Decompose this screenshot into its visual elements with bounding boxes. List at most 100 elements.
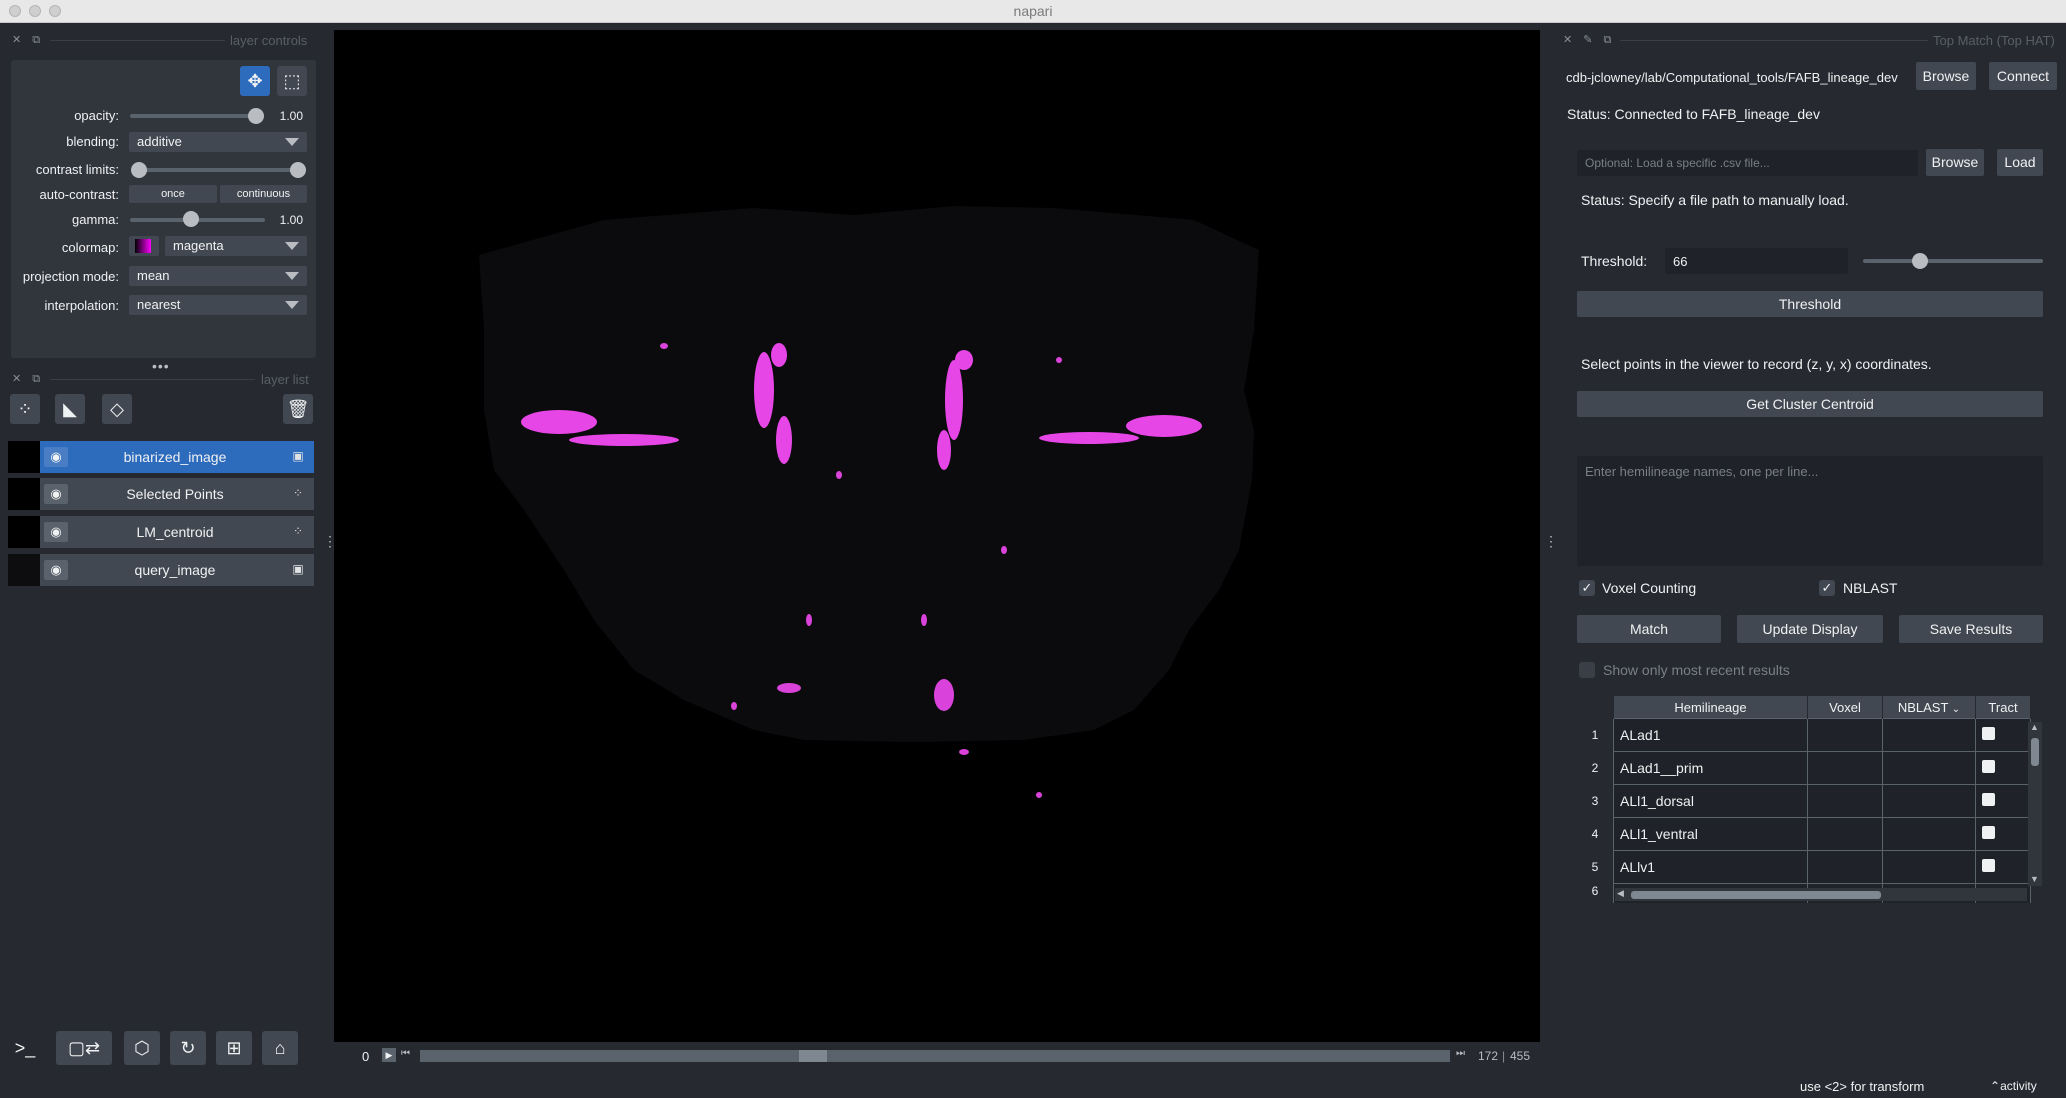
hemilineage-cell[interactable]: ALlv1 bbox=[1613, 850, 1808, 884]
projection-mode-select[interactable]: mean bbox=[129, 266, 307, 286]
colormap-select[interactable]: magenta bbox=[165, 236, 307, 256]
scroll-left-icon[interactable]: ◀ bbox=[1617, 888, 1624, 899]
layer-row[interactable]: ◉ query_image ▣ bbox=[8, 554, 314, 586]
update-display-button[interactable]: Update Display bbox=[1737, 615, 1883, 643]
threshold-field[interactable] bbox=[1665, 248, 1848, 274]
voxel-cell[interactable] bbox=[1807, 784, 1883, 818]
horizontal-scrollbar[interactable]: ◀ bbox=[1615, 888, 2027, 901]
browse-csv-button[interactable]: Browse bbox=[1926, 149, 1984, 176]
tract-cell[interactable] bbox=[1975, 784, 2031, 818]
right-splitter-handle[interactable]: ⋮ bbox=[1544, 534, 1558, 548]
table-row[interactable]: 3 ALl1_dorsal bbox=[1577, 784, 2031, 818]
table-row[interactable]: 2 ALad1__prim bbox=[1577, 751, 2031, 785]
dock-float-icons[interactable]: ✕ ⧉ bbox=[12, 33, 44, 47]
grid-view-icon[interactable]: ⊞ bbox=[216, 1031, 252, 1065]
auto-contrast-continuous-button[interactable]: continuous bbox=[220, 185, 307, 203]
new-shapes-layer-icon[interactable]: ◣ bbox=[55, 394, 85, 424]
contrast-limits-slider[interactable] bbox=[136, 168, 300, 172]
connect-button[interactable]: Connect bbox=[1989, 62, 2057, 90]
vertical-scroll-thumb[interactable] bbox=[2031, 738, 2039, 766]
tract-checkbox[interactable] bbox=[1982, 859, 1995, 872]
layer-row[interactable]: ◉ binarized_image ▣ bbox=[8, 441, 314, 473]
column-header-tract[interactable]: Tract bbox=[1975, 696, 2031, 719]
tract-cell[interactable] bbox=[1975, 751, 2031, 785]
browse-button[interactable]: Browse bbox=[1916, 62, 1976, 90]
hemilineage-names-input[interactable] bbox=[1577, 456, 2043, 566]
tract-checkbox[interactable] bbox=[1982, 826, 1995, 839]
tract-checkbox[interactable] bbox=[1982, 727, 1995, 740]
play-icon[interactable]: ▶ bbox=[382, 1048, 396, 1062]
nblast-cell[interactable] bbox=[1882, 751, 1976, 785]
step-forward-icon[interactable]: ⏭ bbox=[1456, 1048, 1465, 1059]
activity-toggle[interactable]: ⌃activity bbox=[1990, 1079, 2037, 1093]
splitter-handle-icon[interactable]: ••• bbox=[152, 358, 170, 374]
tract-checkbox[interactable] bbox=[1982, 760, 1995, 773]
scroll-up-icon[interactable]: ▲ bbox=[2030, 722, 2039, 732]
show-recent-checkbox[interactable] bbox=[1579, 662, 1595, 678]
home-icon[interactable]: ⌂ bbox=[262, 1031, 298, 1065]
console-icon[interactable]: >_ bbox=[7, 1031, 43, 1065]
layer-row[interactable]: ◉ Selected Points ⁘ bbox=[8, 478, 314, 510]
eye-icon[interactable]: ◉ bbox=[44, 484, 68, 504]
eye-icon[interactable]: ◉ bbox=[44, 560, 68, 580]
voxel-counting-checkbox[interactable]: ✓ bbox=[1579, 580, 1595, 596]
table-row[interactable]: 1 ALad1 bbox=[1577, 718, 2031, 752]
nblast-cell[interactable] bbox=[1882, 850, 1976, 884]
database-path-field[interactable] bbox=[1562, 64, 1906, 90]
contrast-min-handle[interactable] bbox=[131, 162, 147, 178]
tract-cell[interactable] bbox=[1975, 718, 2031, 752]
transpose-icon[interactable]: ↻ bbox=[170, 1031, 206, 1065]
trash-icon[interactable]: 🗑 bbox=[283, 394, 313, 424]
viewer-canvas[interactable] bbox=[334, 30, 1540, 1042]
ndisplay-toggle-icon[interactable]: ▢⇄ bbox=[56, 1031, 112, 1065]
scroll-down-icon[interactable]: ▼ bbox=[2030, 874, 2039, 884]
eye-icon[interactable]: ◉ bbox=[44, 522, 68, 542]
opacity-slider-handle[interactable] bbox=[248, 108, 264, 124]
nblast-checkbox[interactable]: ✓ bbox=[1819, 580, 1835, 596]
nblast-cell[interactable] bbox=[1882, 817, 1976, 851]
dock-float-icons[interactable]: ✕ ⧉ bbox=[12, 372, 44, 386]
threshold-slider[interactable] bbox=[1863, 259, 2043, 263]
new-labels-layer-icon[interactable]: ◇ bbox=[102, 394, 132, 424]
dims-slider-track[interactable] bbox=[420, 1050, 1450, 1062]
voxel-cell[interactable] bbox=[1807, 850, 1883, 884]
threshold-button[interactable]: Threshold bbox=[1577, 291, 2043, 317]
tract-cell[interactable] bbox=[1975, 817, 2031, 851]
voxel-cell[interactable] bbox=[1807, 817, 1883, 851]
opacity-slider[interactable] bbox=[130, 114, 258, 118]
auto-contrast-once-button[interactable]: once bbox=[129, 185, 217, 203]
contrast-max-handle[interactable] bbox=[290, 162, 306, 178]
hemilineage-cell[interactable]: ALl1_ventral bbox=[1613, 817, 1808, 851]
interpolation-select[interactable]: nearest bbox=[129, 295, 307, 315]
nblast-cell[interactable] bbox=[1882, 718, 1976, 752]
hemilineage-cell[interactable]: ALl1_dorsal bbox=[1613, 784, 1808, 818]
tract-checkbox[interactable] bbox=[1982, 793, 1995, 806]
new-points-layer-icon[interactable]: ⁘ bbox=[10, 394, 40, 424]
voxel-cell[interactable] bbox=[1807, 718, 1883, 752]
nblast-cell[interactable] bbox=[1882, 784, 1976, 818]
vertical-scrollbar[interactable]: ▲ ▼ bbox=[2028, 722, 2042, 886]
step-back-icon[interactable]: ⏮ bbox=[401, 1048, 410, 1059]
column-header-nblast[interactable]: NBLAST ⌄ bbox=[1882, 696, 1976, 719]
csv-path-field[interactable] bbox=[1577, 150, 1918, 176]
colormap-swatch-frame[interactable] bbox=[129, 236, 159, 256]
get-cluster-centroid-button[interactable]: Get Cluster Centroid bbox=[1577, 391, 2043, 417]
layer-row[interactable]: ◉ LM_centroid ⁘ bbox=[8, 516, 314, 548]
threshold-slider-handle[interactable] bbox=[1912, 253, 1929, 269]
horizontal-scroll-thumb[interactable] bbox=[1631, 891, 1881, 899]
column-header-hemilineage[interactable]: Hemilineage bbox=[1613, 696, 1808, 719]
match-button[interactable]: Match bbox=[1577, 615, 1721, 643]
hemilineage-cell[interactable]: ALad1__prim bbox=[1613, 751, 1808, 785]
hemilineage-cell[interactable]: ALad1 bbox=[1613, 718, 1808, 752]
table-row[interactable]: 4 ALl1_ventral bbox=[1577, 817, 2031, 851]
save-results-button[interactable]: Save Results bbox=[1899, 615, 2043, 643]
blending-select[interactable]: additive bbox=[129, 132, 307, 152]
transform-icon[interactable]: ⬚ bbox=[277, 66, 307, 96]
table-row[interactable]: 5 ALlv1 bbox=[1577, 850, 2031, 884]
pan-zoom-icon[interactable]: ✥ bbox=[240, 66, 270, 96]
load-button[interactable]: Load bbox=[1997, 149, 2043, 176]
roll-dims-icon[interactable]: ⬡ bbox=[124, 1031, 160, 1065]
voxel-cell[interactable] bbox=[1807, 751, 1883, 785]
gamma-slider-handle[interactable] bbox=[183, 211, 199, 227]
column-header-voxel[interactable]: Voxel bbox=[1807, 696, 1883, 719]
